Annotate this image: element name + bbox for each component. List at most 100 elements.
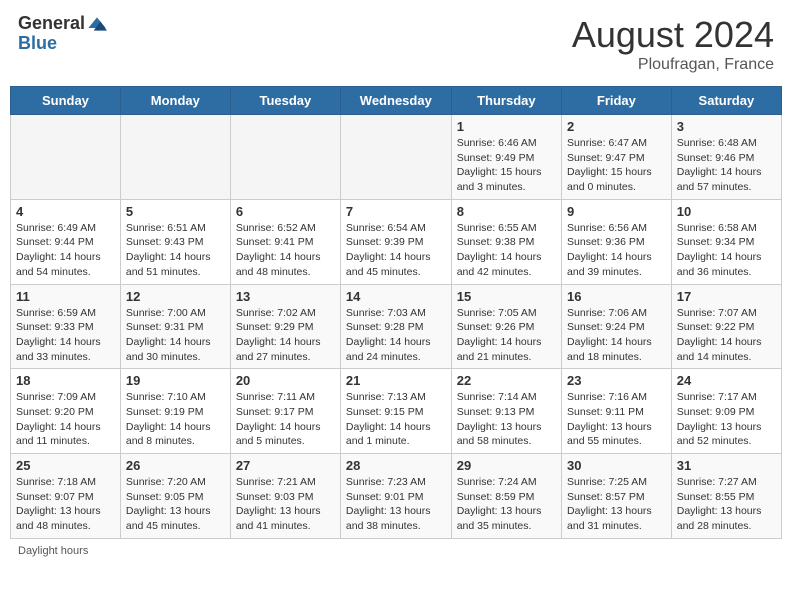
day-number: 11 — [16, 289, 115, 304]
logo-blue-text: Blue — [18, 34, 107, 54]
calendar-cell: 14Sunrise: 7:03 AM Sunset: 9:28 PM Dayli… — [340, 284, 451, 369]
weekday-header-friday: Friday — [562, 87, 672, 115]
day-number: 22 — [457, 373, 556, 388]
day-info: Sunrise: 7:25 AM Sunset: 8:57 PM Dayligh… — [567, 475, 666, 534]
calendar-week-row: 1 Sunrise: 6:46 AM Sunset: 9:49 PM Daylig… — [11, 115, 782, 200]
day-info: Sunrise: 7:27 AM Sunset: 8:55 PM Dayligh… — [677, 475, 776, 534]
calendar-cell — [11, 115, 121, 200]
day-info: Sunrise: 7:05 AM Sunset: 9:26 PM Dayligh… — [457, 306, 556, 365]
day-info: Sunrise: 7:02 AM Sunset: 9:29 PM Dayligh… — [236, 306, 335, 365]
day-number: 17 — [677, 289, 776, 304]
calendar-cell: 30 Sunrise: 7:25 AM Sunset: 8:57 PM Dayli… — [562, 454, 672, 539]
calendar-cell: 23 Sunrise: 7:16 AM Sunset: 9:11 PM Dayli… — [562, 369, 672, 454]
day-number: 10 — [677, 204, 776, 219]
calendar-cell: 6 Sunrise: 6:52 AM Sunset: 9:41 PM Daylig… — [230, 199, 340, 284]
calendar-cell: 8 Sunrise: 6:55 AM Sunset: 9:38 PM Daylig… — [451, 199, 561, 284]
calendar-cell: 28 Sunrise: 7:23 AM Sunset: 9:01 PM Dayli… — [340, 454, 451, 539]
logo: General Blue — [18, 14, 107, 54]
day-number: 18 — [16, 373, 115, 388]
day-number: 5 — [126, 204, 225, 219]
day-number: 26 — [126, 458, 225, 473]
day-number: 16 — [567, 289, 666, 304]
calendar-cell: 29 Sunrise: 7:24 AM Sunset: 8:59 PM Dayli… — [451, 454, 561, 539]
location-title: Ploufragan, France — [572, 56, 774, 74]
weekday-header-tuesday: Tuesday — [230, 87, 340, 115]
day-number: 30 — [567, 458, 666, 473]
day-info: Sunrise: 6:46 AM Sunset: 9:49 PM Dayligh… — [457, 136, 556, 195]
weekday-header-wednesday: Wednesday — [340, 87, 451, 115]
day-info: Sunrise: 6:59 AM Sunset: 9:33 PM Dayligh… — [16, 306, 115, 365]
day-info: Sunrise: 7:16 AM Sunset: 9:11 PM Dayligh… — [567, 390, 666, 449]
day-info: Sunrise: 6:56 AM Sunset: 9:36 PM Dayligh… — [567, 221, 666, 280]
day-info: Sunrise: 7:13 AM Sunset: 9:15 PM Dayligh… — [346, 390, 446, 449]
daylight-hours-label: Daylight hours — [18, 545, 88, 557]
day-number: 2 — [567, 119, 666, 134]
day-number: 28 — [346, 458, 446, 473]
calendar-cell: 17 Sunrise: 7:07 AM Sunset: 9:22 PM Dayli… — [671, 284, 781, 369]
day-info: Sunrise: 7:18 AM Sunset: 9:07 PM Dayligh… — [16, 475, 115, 534]
calendar-cell: 11 Sunrise: 6:59 AM Sunset: 9:33 PM Dayli… — [11, 284, 121, 369]
day-number: 4 — [16, 204, 115, 219]
calendar-cell: 5Sunrise: 6:51 AM Sunset: 9:43 PM Daylig… — [120, 199, 230, 284]
calendar-cell: 18 Sunrise: 7:09 AM Sunset: 9:20 PM Dayli… — [11, 369, 121, 454]
calendar-cell: 25Sunrise: 7:18 AM Sunset: 9:07 PM Dayli… — [11, 454, 121, 539]
calendar-cell: 27 Sunrise: 7:21 AM Sunset: 9:03 PM Dayli… — [230, 454, 340, 539]
day-number: 9 — [567, 204, 666, 219]
calendar-cell: 10 Sunrise: 6:58 AM Sunset: 9:34 PM Dayli… — [671, 199, 781, 284]
calendar-cell: 4 Sunrise: 6:49 AM Sunset: 9:44 PM Daylig… — [11, 199, 121, 284]
calendar-cell: 13 Sunrise: 7:02 AM Sunset: 9:29 PM Dayli… — [230, 284, 340, 369]
day-info: Sunrise: 7:11 AM Sunset: 9:17 PM Dayligh… — [236, 390, 335, 449]
calendar-cell: 26 Sunrise: 7:20 AM Sunset: 9:05 PM Dayli… — [120, 454, 230, 539]
weekday-header-saturday: Saturday — [671, 87, 781, 115]
day-number: 29 — [457, 458, 556, 473]
weekday-header-thursday: Thursday — [451, 87, 561, 115]
calendar-cell — [230, 115, 340, 200]
day-number: 20 — [236, 373, 335, 388]
footer-note: Daylight hours — [10, 545, 782, 557]
day-info: Sunrise: 7:09 AM Sunset: 9:20 PM Dayligh… — [16, 390, 115, 449]
day-number: 19 — [126, 373, 225, 388]
calendar-cell — [340, 115, 451, 200]
weekday-header-monday: Monday — [120, 87, 230, 115]
calendar-cell — [120, 115, 230, 200]
day-number: 15 — [457, 289, 556, 304]
calendar-cell: 1 Sunrise: 6:46 AM Sunset: 9:49 PM Daylig… — [451, 115, 561, 200]
day-number: 1 — [457, 119, 556, 134]
header: General Blue August 2024 Ploufragan, Fra… — [10, 10, 782, 78]
title-area: August 2024 Ploufragan, France — [572, 14, 774, 74]
day-number: 7 — [346, 204, 446, 219]
day-number: 13 — [236, 289, 335, 304]
calendar-cell: 3 Sunrise: 6:48 AM Sunset: 9:46 PM Daylig… — [671, 115, 781, 200]
day-info: Sunrise: 7:10 AM Sunset: 9:19 PM Dayligh… — [126, 390, 225, 449]
day-number: 23 — [567, 373, 666, 388]
day-info: Sunrise: 7:07 AM Sunset: 9:22 PM Dayligh… — [677, 306, 776, 365]
calendar-week-row: 25Sunrise: 7:18 AM Sunset: 9:07 PM Dayli… — [11, 454, 782, 539]
day-number: 14 — [346, 289, 446, 304]
calendar-cell: 7Sunrise: 6:54 AM Sunset: 9:39 PM Daylig… — [340, 199, 451, 284]
day-info: Sunrise: 7:00 AM Sunset: 9:31 PM Dayligh… — [126, 306, 225, 365]
calendar-cell: 20 Sunrise: 7:11 AM Sunset: 9:17 PM Dayli… — [230, 369, 340, 454]
calendar-cell: 19 Sunrise: 7:10 AM Sunset: 9:19 PM Dayli… — [120, 369, 230, 454]
day-number: 12 — [126, 289, 225, 304]
day-number: 27 — [236, 458, 335, 473]
logo-icon — [87, 14, 107, 34]
day-info: Sunrise: 6:48 AM Sunset: 9:46 PM Dayligh… — [677, 136, 776, 195]
day-info: Sunrise: 6:55 AM Sunset: 9:38 PM Dayligh… — [457, 221, 556, 280]
day-info: Sunrise: 6:52 AM Sunset: 9:41 PM Dayligh… — [236, 221, 335, 280]
day-number: 31 — [677, 458, 776, 473]
day-number: 8 — [457, 204, 556, 219]
calendar-cell: 2Sunrise: 6:47 AM Sunset: 9:47 PM Daylig… — [562, 115, 672, 200]
day-number: 24 — [677, 373, 776, 388]
day-info: Sunrise: 7:23 AM Sunset: 9:01 PM Dayligh… — [346, 475, 446, 534]
day-info: Sunrise: 7:06 AM Sunset: 9:24 PM Dayligh… — [567, 306, 666, 365]
day-info: Sunrise: 7:20 AM Sunset: 9:05 PM Dayligh… — [126, 475, 225, 534]
day-number: 6 — [236, 204, 335, 219]
calendar-cell: 22Sunrise: 7:14 AM Sunset: 9:13 PM Dayli… — [451, 369, 561, 454]
day-info: Sunrise: 7:21 AM Sunset: 9:03 PM Dayligh… — [236, 475, 335, 534]
day-info: Sunrise: 6:58 AM Sunset: 9:34 PM Dayligh… — [677, 221, 776, 280]
day-info: Sunrise: 7:24 AM Sunset: 8:59 PM Dayligh… — [457, 475, 556, 534]
day-number: 3 — [677, 119, 776, 134]
day-info: Sunrise: 6:49 AM Sunset: 9:44 PM Dayligh… — [16, 221, 115, 280]
calendar-cell: 31 Sunrise: 7:27 AM Sunset: 8:55 PM Dayli… — [671, 454, 781, 539]
calendar-cell: 24Sunrise: 7:17 AM Sunset: 9:09 PM Dayli… — [671, 369, 781, 454]
